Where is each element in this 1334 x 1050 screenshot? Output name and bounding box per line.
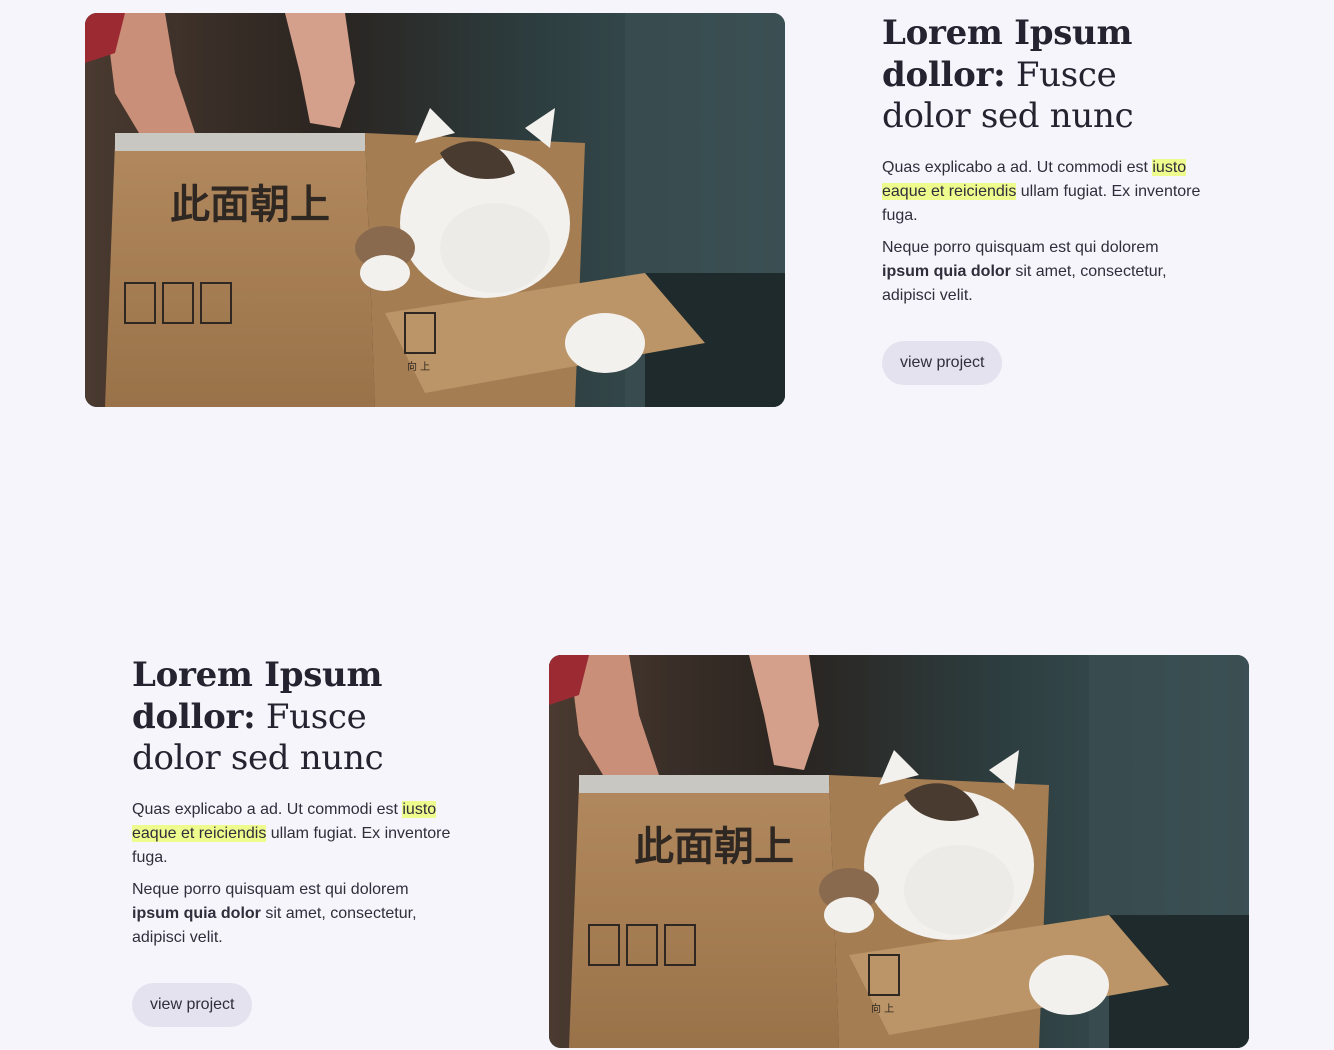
- project-image-cat-in-box: 此面朝上 向 上: [85, 13, 785, 407]
- project-card-2: Lorem Ipsum dollor: Fusce dolor sed nunc…: [0, 655, 1334, 1048]
- bold-text: ipsum quia dolor: [882, 262, 1011, 280]
- project-text-1: Lorem Ipsum dollor: Fusce dolor sed nunc…: [882, 13, 1212, 385]
- cat-in-box-illustration: 此面朝上 向 上: [549, 655, 1249, 1048]
- project-description-1: Quas explicabo a ad. Ut commodi est iust…: [132, 798, 452, 870]
- project-title: Lorem Ipsum dollor: Fusce dolor sed nunc: [882, 13, 1212, 138]
- view-project-button[interactable]: view project: [132, 982, 253, 1027]
- project-text-2: Lorem Ipsum dollor: Fusce dolor sed nunc…: [132, 655, 462, 1027]
- project-description-2: Neque porro quisquam est qui dolorem ips…: [132, 878, 442, 950]
- description-text: Quas explicabo a ad. Ut commodi est: [132, 800, 403, 818]
- box-small-label-text: 向 上: [407, 360, 430, 373]
- box-label-text: 此面朝上: [170, 182, 330, 228]
- description-text: Neque porro quisquam est qui dolorem: [132, 880, 409, 898]
- project-description-2: Neque porro quisquam est qui dolorem ips…: [882, 236, 1192, 308]
- description-text: Neque porro quisquam est qui dolorem: [882, 238, 1159, 256]
- description-text: Quas explicabo a ad. Ut commodi est: [882, 158, 1153, 176]
- project-description-1: Quas explicabo a ad. Ut commodi est iust…: [882, 156, 1202, 228]
- box-label-text: 此面朝上: [634, 824, 794, 870]
- cat-in-box-illustration: 此面朝上 向 上: [85, 13, 785, 407]
- view-project-button[interactable]: view project: [882, 340, 1003, 385]
- bold-text: ipsum quia dolor: [132, 904, 261, 922]
- box-small-label-text: 向 上: [871, 1002, 894, 1015]
- project-card-1: 此面朝上 向 上 Lorem Ipsum dollor: Fusce dolor…: [0, 13, 1334, 407]
- project-image-cat-in-box: 此面朝上 向 上: [549, 655, 1249, 1048]
- page: 此面朝上 向 上 Lorem Ipsum dollor: Fusce dolor…: [0, 0, 1334, 1050]
- project-title: Lorem Ipsum dollor: Fusce dolor sed nunc: [132, 655, 462, 780]
